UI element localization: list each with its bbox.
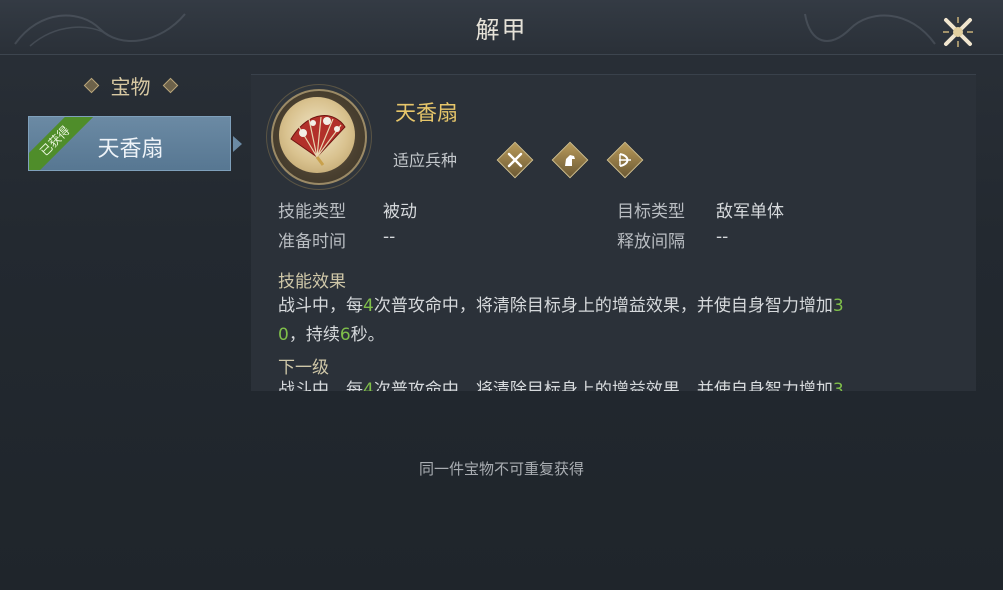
troop-type-label: 适应兵种	[393, 151, 458, 170]
diamond-icon	[83, 77, 99, 93]
skill-type-label: 技能类型	[278, 202, 346, 222]
archer-bow-icon	[606, 141, 644, 179]
cast-interval-value: --	[716, 227, 729, 247]
category-title: 宝物	[110, 74, 151, 99]
next-level-label: 下一级	[278, 358, 329, 378]
skill-effect-text: 战斗中，每4次普攻命中，将清除目标身上的增益效果，并使自身智力增加3 0，持续6秒…	[278, 296, 844, 345]
title-bar: 解甲	[0, 0, 1003, 55]
cast-interval-label: 释放间隔	[617, 232, 685, 252]
dialog-title: 解甲	[475, 16, 528, 44]
close-icon	[943, 17, 973, 47]
cavalry-horse-icon	[551, 141, 589, 179]
target-type-label: 目标类型	[617, 202, 685, 222]
sidebar: 宝物 已获得 天香扇	[28, 70, 233, 171]
prep-time-value: --	[383, 227, 396, 247]
skill-type-value: 被动	[383, 202, 417, 222]
footer-notice: 同一件宝物不可重复获得	[418, 460, 584, 478]
item-name: 天香扇	[395, 101, 458, 125]
target-type-value: 敌军单体	[716, 202, 784, 222]
prep-time-label: 准备时间	[278, 232, 346, 252]
crossed-swords-icon	[496, 141, 534, 179]
close-button[interactable]	[936, 12, 980, 52]
selected-arrow-icon	[233, 136, 242, 152]
category-header: 宝物	[28, 70, 233, 100]
diamond-icon	[162, 77, 178, 93]
detail-panel: 天香扇 适应兵种 技能类型 被动 目标类型 敌军单体 准备时间 -- 释放间隔 …	[251, 74, 976, 391]
dialog-window: 解甲 宝物 已获得 天香扇 天香扇 适应兵种 技能类型 被动 目标类型 敌军单体…	[0, 0, 1003, 590]
skill-effect-label: 技能效果	[278, 272, 346, 292]
sidebar-item-label: 天香扇	[97, 137, 164, 162]
item-icon-frame	[271, 89, 367, 185]
sidebar-item-tianxiangshan[interactable]: 已获得 天香扇	[28, 116, 231, 171]
fan-icon	[279, 97, 355, 173]
next-level-effect-text: 战斗中，每4次普攻命中，将清除目标身上的增益效果，并使自身智力增加3	[278, 380, 844, 391]
